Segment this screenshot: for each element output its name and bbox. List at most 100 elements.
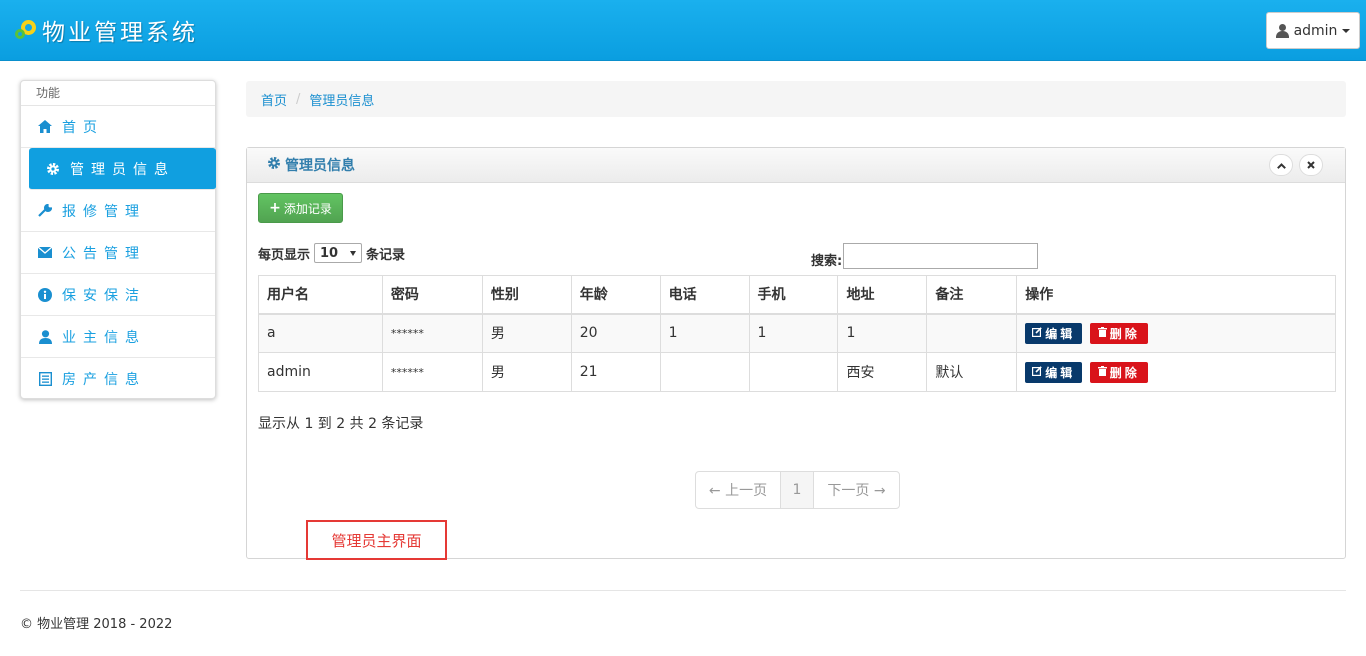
sidebar-item-admin-info[interactable]: 管理员信息 — [29, 148, 216, 190]
info-icon — [37, 287, 53, 303]
gear-icon — [267, 156, 281, 174]
panel-header: 管理员信息 — [247, 148, 1345, 183]
table-header-row: 用户名 密码 性别 年龄 电话 手机 地址 备注 操作 — [258, 275, 1336, 315]
add-record-label: 添加记录 — [283, 201, 332, 216]
user-menu-button[interactable]: admin — [1266, 12, 1360, 49]
edit-label: 编辑 — [1045, 326, 1076, 341]
plus-icon: + — [269, 200, 281, 216]
column-header[interactable]: 手机 — [748, 275, 839, 315]
breadcrumb: 首页 / 管理员信息 — [246, 81, 1346, 117]
wrench-icon — [37, 203, 53, 219]
app-logo[interactable]: 物业管理系统 — [14, 14, 198, 46]
sidebar-title: 功能 — [21, 81, 215, 106]
breadcrumb-separator: / — [296, 91, 301, 107]
next-page-button[interactable]: 下一页 → — [814, 472, 899, 508]
cell-password: ****** — [381, 313, 483, 353]
collapse-button[interactable] — [1269, 154, 1293, 176]
edit-icon — [1032, 365, 1043, 379]
close-icon — [1307, 159, 1315, 172]
annotation-label: 管理员主界面 — [306, 520, 447, 560]
app-title: 物业管理系统 — [42, 20, 198, 46]
sidebar-item-label: 房产信息 — [62, 372, 146, 388]
sidebar-item-security[interactable]: 保安保洁 — [21, 274, 215, 316]
prev-page-button[interactable]: ← 上一页 — [696, 472, 781, 508]
envelope-icon — [37, 245, 53, 261]
delete-label: 删除 — [1109, 326, 1140, 341]
column-header[interactable]: 电话 — [659, 275, 750, 315]
column-header[interactable]: 年龄 — [570, 275, 661, 315]
column-header[interactable]: 性别 — [481, 275, 572, 315]
logo-icon — [14, 18, 38, 42]
sidebar-item-owner[interactable]: 业主信息 — [21, 316, 215, 358]
sidebar-item-property[interactable]: 房产信息 — [21, 358, 215, 400]
list-icon — [37, 371, 53, 387]
panel-title: 管理员信息 — [285, 158, 355, 174]
admin-info-panel: 管理员信息 + 添加记录 每页显示 10 条记录 搜索: 用户名 密码 性别 年… — [246, 147, 1346, 560]
delete-button[interactable]: 删除 — [1089, 361, 1148, 383]
footer-divider — [20, 590, 1346, 591]
cell-mobile — [748, 352, 839, 392]
user-name: admin — [1293, 22, 1338, 39]
sidebar-item-repair[interactable]: 报修管理 — [21, 190, 215, 232]
page-length-prefix: 每页显示 — [258, 247, 311, 263]
sidebar-item-label: 报修管理 — [62, 203, 146, 220]
cell-address: 西安 — [837, 352, 928, 392]
cell-phone: 1 — [659, 313, 750, 353]
caret-down-icon — [1342, 28, 1351, 33]
sidebar-item-label: 首页 — [62, 119, 104, 136]
column-header[interactable]: 备注 — [926, 275, 1018, 315]
sidebar-item-label: 公告管理 — [62, 245, 146, 262]
user-icon — [37, 329, 53, 345]
edit-icon — [1032, 326, 1043, 340]
cell-username: admin — [258, 352, 383, 392]
cell-actions: 编辑 删除 — [1016, 313, 1336, 353]
cell-gender: 男 — [481, 313, 572, 353]
page-length-suffix: 条记录 — [366, 247, 406, 263]
cell-remark: 默认 — [926, 352, 1018, 392]
page-length-select[interactable]: 10 — [314, 243, 363, 263]
delete-button[interactable]: 删除 — [1089, 322, 1148, 344]
trash-icon — [1097, 365, 1107, 379]
cell-age: 20 — [570, 313, 661, 353]
cell-password: ****** — [381, 352, 483, 392]
table-row: a ****** 男 20 1 1 1 编辑 删除 — [258, 313, 1336, 353]
search-control: 搜索: — [811, 243, 1039, 269]
dropdown-arrow-icon — [350, 250, 357, 256]
cell-username: a — [258, 313, 383, 353]
delete-label: 删除 — [1109, 365, 1140, 380]
breadcrumb-current-link[interactable]: 管理员信息 — [309, 90, 374, 109]
cell-remark — [926, 313, 1018, 353]
pagination: ← 上一页 1 下一页 → — [695, 471, 900, 509]
page-number-button[interactable]: 1 — [781, 472, 814, 508]
breadcrumb-home-link[interactable]: 首页 — [261, 90, 287, 109]
cell-address: 1 — [837, 313, 928, 353]
gear-icon — [45, 161, 61, 177]
sidebar-item-home[interactable]: 首页 — [21, 106, 215, 148]
home-icon — [37, 119, 53, 135]
user-icon — [1275, 23, 1289, 38]
edit-button[interactable]: 编辑 — [1025, 361, 1083, 383]
table-row: admin ****** 男 21 西安 默认 编辑 删除 — [258, 352, 1336, 392]
sidebar: 功能 首页 管理员信息 报修管理 公告管理 保安保洁 业主信息 房产信息 — [20, 80, 216, 399]
close-button[interactable] — [1299, 154, 1323, 176]
table-info-text: 显示从 1 到 2 共 2 条记录 — [258, 416, 424, 432]
column-header[interactable]: 地址 — [837, 275, 928, 315]
sidebar-item-label: 保安保洁 — [62, 287, 146, 304]
cell-actions: 编辑 删除 — [1016, 352, 1336, 392]
search-label: 搜索: — [811, 253, 843, 269]
page-length-value: 10 — [320, 245, 339, 261]
search-input[interactable] — [843, 243, 1039, 269]
column-header: 操作 — [1016, 275, 1336, 315]
add-record-button[interactable]: + 添加记录 — [258, 193, 343, 223]
top-header: 物业管理系统 admin — [0, 0, 1366, 61]
sidebar-item-notice[interactable]: 公告管理 — [21, 232, 215, 274]
column-header[interactable]: 密码 — [381, 275, 483, 315]
edit-label: 编辑 — [1045, 365, 1076, 380]
cell-mobile: 1 — [748, 313, 839, 353]
column-header[interactable]: 用户名 — [258, 275, 383, 315]
chevron-up-icon — [1276, 159, 1286, 172]
sidebar-item-label: 管理员信息 — [70, 161, 175, 178]
footer-text: © 物业管理 2018 - 2022 — [20, 617, 173, 632]
sidebar-item-label: 业主信息 — [62, 329, 146, 346]
edit-button[interactable]: 编辑 — [1025, 322, 1083, 344]
